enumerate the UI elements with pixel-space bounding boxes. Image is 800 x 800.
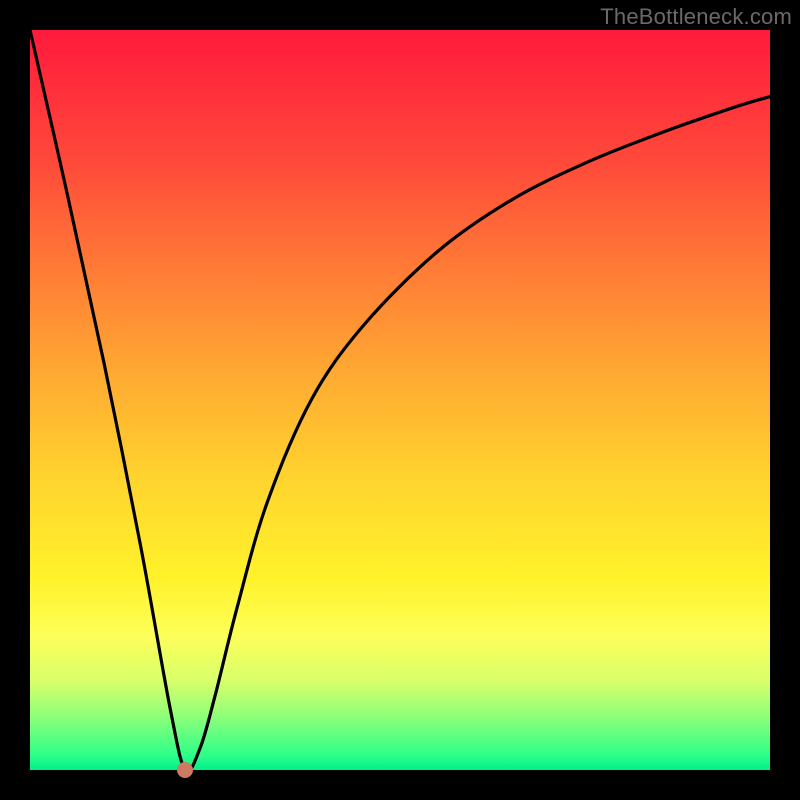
chart-frame: TheBottleneck.com — [0, 0, 800, 800]
watermark-text: TheBottleneck.com — [600, 4, 792, 30]
plot-area — [30, 30, 770, 770]
optimal-point-marker — [177, 762, 193, 778]
bottleneck-curve — [30, 30, 770, 770]
